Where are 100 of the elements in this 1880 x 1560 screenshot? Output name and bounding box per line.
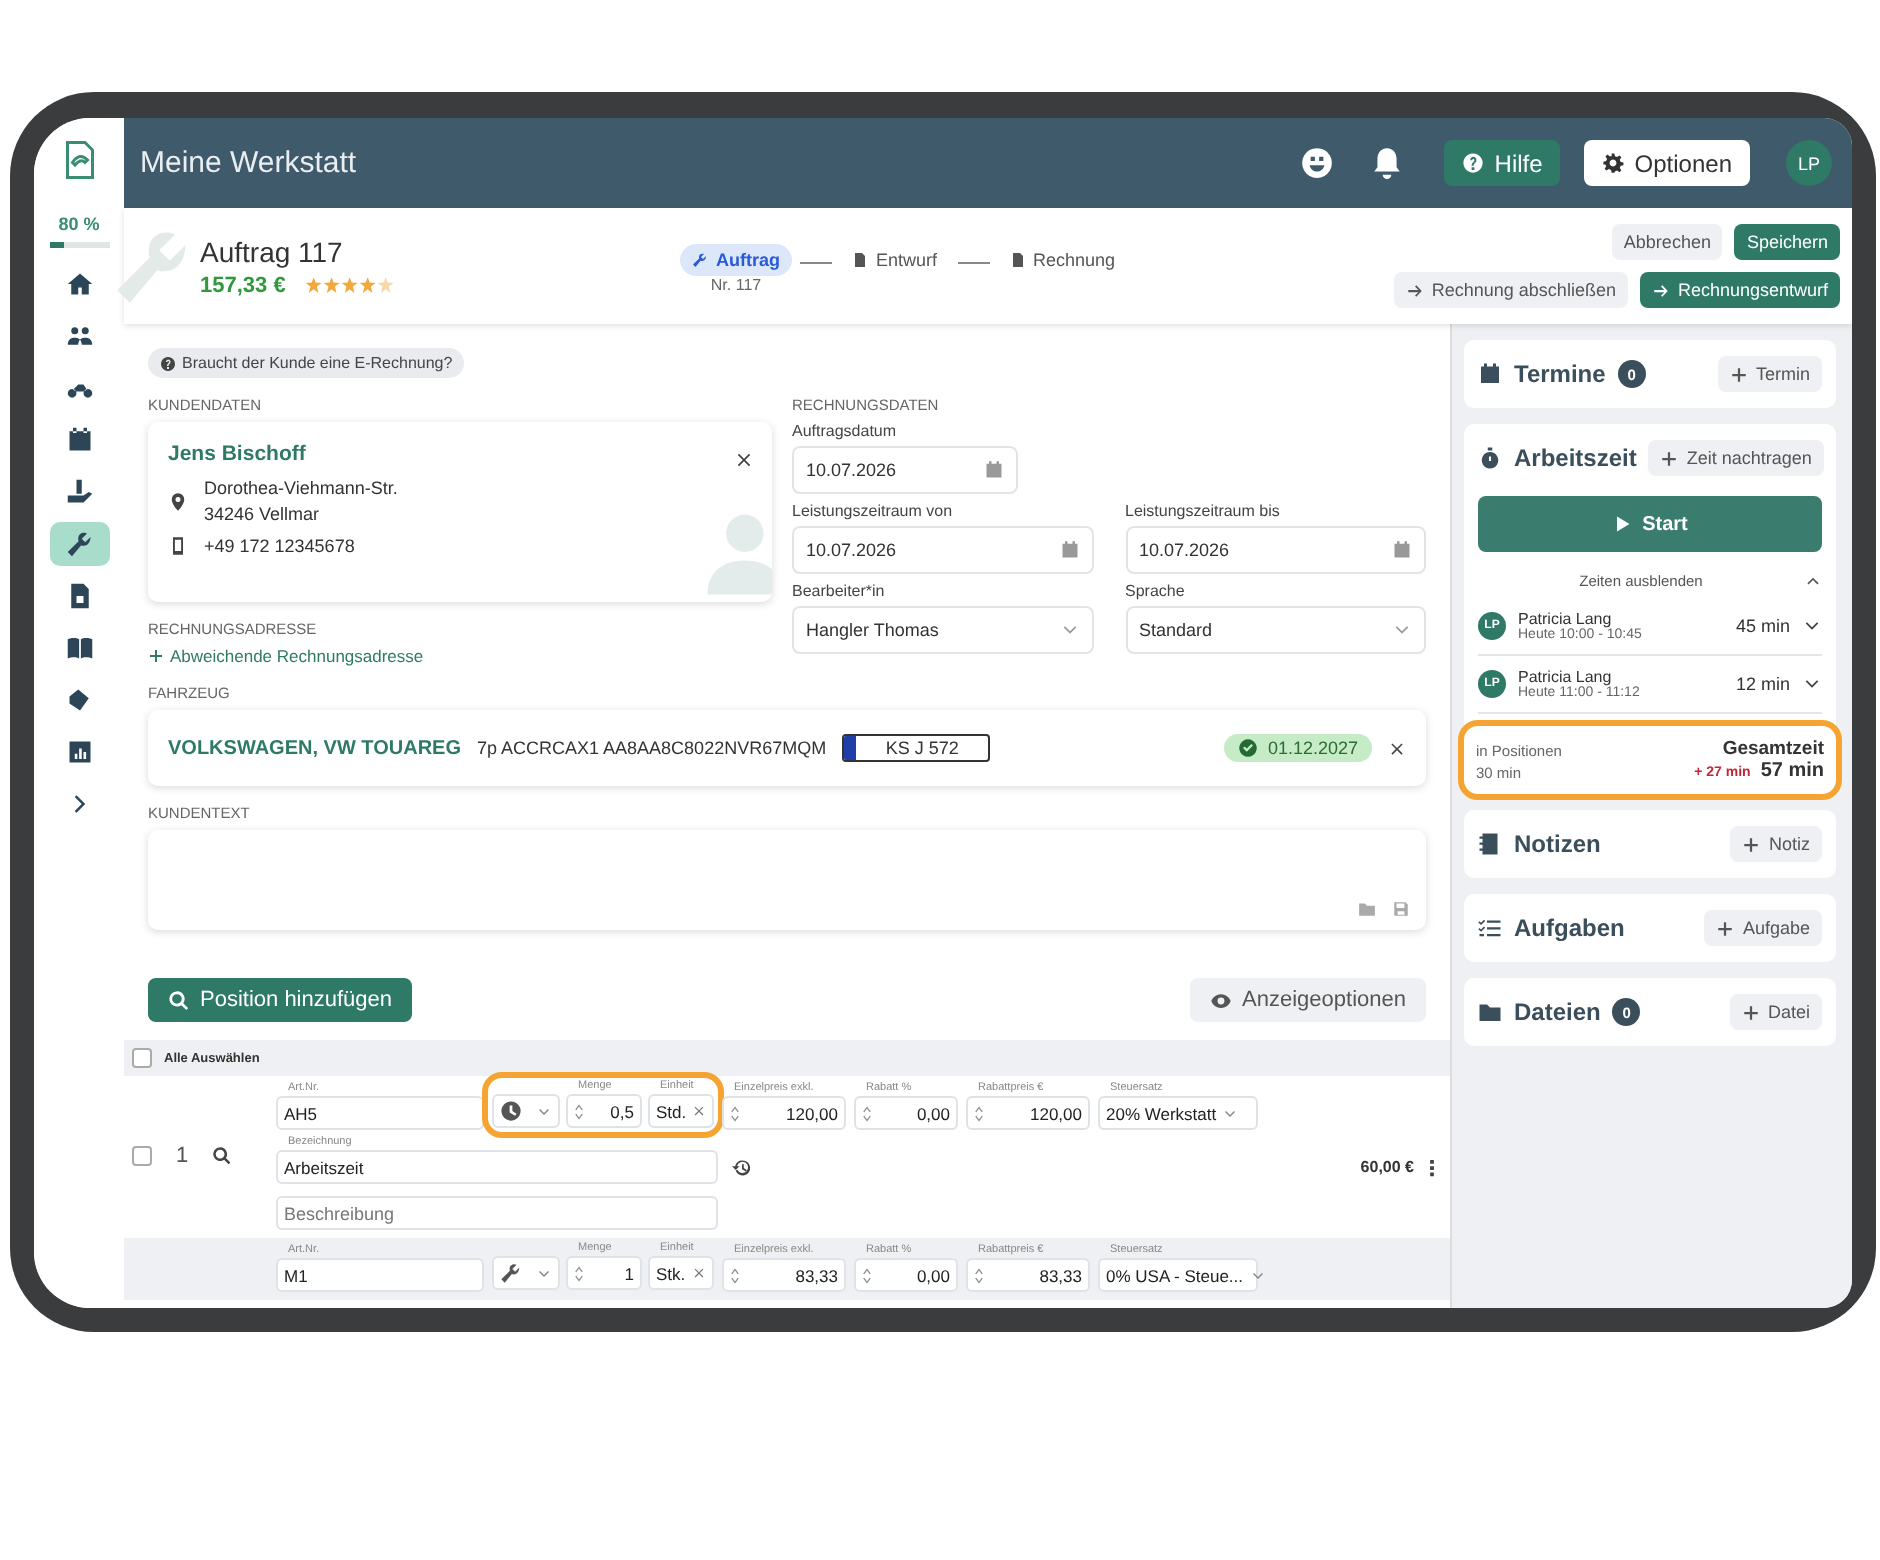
order-amount: 157,33 € [200,273,286,297]
wrench-icon [65,530,93,558]
clear-icon[interactable] [692,1104,707,1118]
date-field[interactable]: 10.07.2026 [792,446,1018,494]
people-icon [65,322,93,350]
progress-bar [49,242,109,248]
document-icon [852,251,868,267]
tags-icon [65,686,93,714]
calendar-icon [65,426,93,454]
step-item[interactable]: Auftrag [680,243,792,275]
add-file-button[interactable]: Datei [1729,994,1822,1030]
plus-icon [1729,365,1748,383]
options-button[interactable]: Optionen [1584,140,1750,186]
clear-icon[interactable] [692,1266,706,1280]
date-field[interactable]: 10.07.2026 [792,526,1093,574]
position-number: 1 [176,1143,189,1167]
select-field[interactable]: Hangler Thomas [792,606,1093,654]
chevron-up-icon [1804,572,1822,590]
search-icon [168,989,190,1011]
search-icon[interactable] [212,1145,233,1165]
user-avatar[interactable]: LP [1786,140,1832,186]
calendar-icon [1478,362,1502,386]
e-invoice-chip[interactable]: Braucht der Kunde eine E-Rechnung? [148,348,465,378]
description-field[interactable]: Beschreibung [276,1196,718,1230]
app-title: Meine Werkstatt [140,146,357,180]
book-icon [65,634,93,662]
plus-icon [1742,835,1761,853]
spinner-icon[interactable] [574,1101,584,1121]
step-item[interactable]: Entwurf [840,243,950,275]
spinner-icon[interactable] [574,1263,584,1283]
step-item[interactable]: Rechnung [997,243,1128,275]
field-label: Leistungszeitraum bis [1125,502,1282,520]
chart-icon [65,738,93,766]
duration: 12 min [1735,674,1790,694]
phone-number: +49 172 12345678 [204,536,355,556]
progress-label: 80 % [58,214,100,234]
card-title: Dateien [1514,998,1601,1026]
total-time: 57 min [1760,760,1824,782]
card-title: Notizen [1514,830,1601,858]
plus-icon [1741,1003,1760,1021]
smiley-icon[interactable] [1300,146,1335,180]
date-field[interactable]: 10.07.2026 [1125,526,1426,574]
document-icon [1009,251,1026,267]
bell-icon[interactable] [1370,146,1405,180]
checkbox[interactable] [132,1145,152,1165]
cancel-button[interactable]: Abbrechen [1611,224,1723,260]
add-time-button[interactable]: Zeit nachtragen [1648,440,1824,476]
user-name: Patricia Lang [1518,668,1614,686]
spinner-icon[interactable] [730,1103,740,1123]
settings-icon [1602,152,1625,174]
save-button[interactable]: Speichern [1734,224,1840,260]
vehicle-name[interactable]: VOLKSWAGEN, VW TOUAREG [168,737,461,759]
plus-icon [148,648,164,664]
invoice-draft-button[interactable]: Rechnungsentwurf [1639,272,1840,308]
display-options-button[interactable]: Anzeigeoptionen [1190,978,1426,1022]
step-number: Nr. 117 [710,275,762,293]
doc-icon [65,582,93,610]
total-time-label: Gesamtzeit [1722,738,1824,760]
street: Dorothea-Viehmann-Str. [204,478,398,498]
spinner-icon[interactable] [862,1103,872,1123]
calendar-icon [1059,540,1079,560]
close-icon[interactable] [734,450,754,470]
nav-item[interactable] [49,522,109,566]
alternate-address-link[interactable]: Abweichende Rechnungsadresse [148,646,772,666]
spinner-icon[interactable] [974,1103,984,1123]
field-label: Auftragsdatum [792,422,899,440]
spinner-icon[interactable] [730,1265,740,1285]
calendar-icon [984,460,1004,480]
type-select[interactable] [492,1094,560,1128]
inspection-date-badge: 01.12.2027 [1223,734,1372,762]
license-plate: KS J 572 [842,734,991,762]
add-note-button[interactable]: Notiz [1730,826,1822,862]
wrench-icon [692,251,708,267]
stopwatch-icon [1478,446,1502,470]
plus-icon [1716,919,1735,937]
customer-name[interactable]: Jens Bischoff [168,442,306,466]
home-icon [65,270,93,298]
help-button[interactable]: Hilfe [1444,140,1561,186]
wrench-icon [500,1262,522,1284]
type-select[interactable] [492,1256,560,1290]
start-button[interactable]: Start [1478,496,1822,552]
add-task-button[interactable]: Aufgabe [1704,910,1822,946]
card-title: Termine [1514,360,1606,388]
chevron-down-icon [1222,1105,1239,1121]
add-appointment-button[interactable]: Termin [1717,356,1822,392]
history-icon[interactable] [732,1158,752,1178]
card-title: Arbeitszeit [1514,444,1637,472]
finish-invoice-button[interactable]: Rechnung abschließen [1393,272,1628,308]
close-icon[interactable] [1388,739,1406,757]
select-field[interactable]: Standard [1125,606,1426,654]
hand-icon [65,478,93,506]
vehicle-details: 7p ACCRCAX1 AA8AA8C8022NVR67MQM [477,738,827,758]
add-position-button[interactable]: Position hinzufügen [148,978,413,1022]
checkbox[interactable] [132,1048,152,1068]
chevron-down-icon [536,1265,552,1281]
spinner-icon[interactable] [974,1265,984,1285]
field-label: Leistungszeitraum von [792,502,955,520]
spinner-icon[interactable] [862,1265,872,1285]
user-name: Patricia Lang [1518,610,1614,628]
arrow-right-icon [1651,281,1670,299]
